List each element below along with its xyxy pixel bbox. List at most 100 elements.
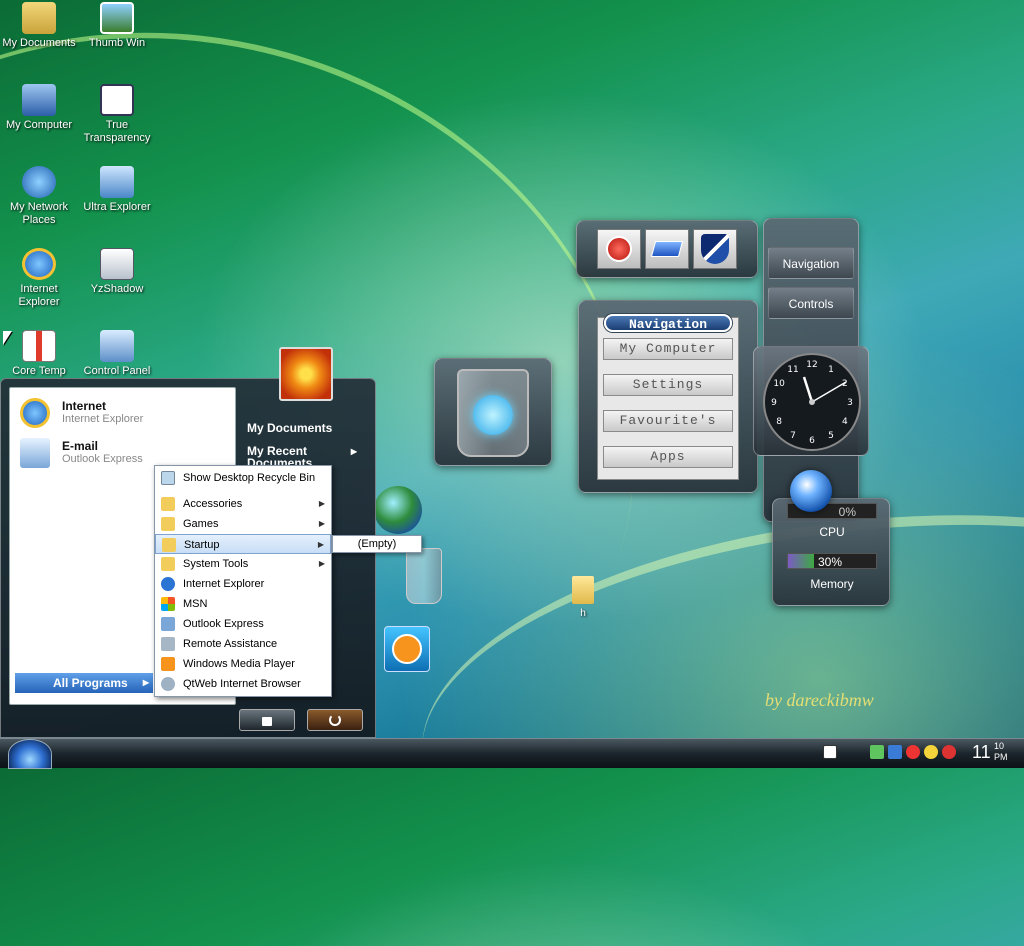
menu-remote-assistance[interactable]: Remote Assistance [155,634,331,654]
clock-number: 11 [787,365,798,375]
security-alert-icon[interactable] [906,745,920,759]
desktop-icon-thumb-win[interactable]: Thumb Win [78,2,156,50]
navigation-title: Navigation [604,314,732,332]
folder-icon [162,538,176,552]
nav-favourites-button[interactable]: Favourite's [603,410,733,432]
clock-number: 7 [790,431,796,441]
msn-butterfly-icon [161,597,175,611]
desktop-folder-h[interactable]: h [560,576,606,619]
clock-number: 1 [828,365,834,375]
menu-games[interactable]: Games ▶ [155,514,331,534]
desktop-icon-my-computer[interactable]: My Computer [0,84,78,132]
internet-explorer-icon [20,398,50,428]
shield-tray-icon[interactable] [888,745,902,759]
clock-number: 4 [842,417,848,427]
taskbar-clock[interactable]: 11 10 PM [970,741,1020,767]
desktop-icon-internet-explorer[interactable]: Internet Explorer [0,248,78,309]
lock-icon [262,717,272,726]
clock-number: 10 [773,379,785,389]
memory-label: Memory [810,577,854,591]
side-navigation-button[interactable]: Navigation [768,247,854,279]
user-picture [279,347,333,401]
trash-can-icon[interactable] [406,548,442,604]
clock-hour: 11 [972,742,991,762]
menu-startup[interactable]: Startup ▶ [155,534,331,554]
recycle-bin-widget[interactable] [434,358,552,466]
watermark-text: by dareckibmw [765,690,874,710]
internet-explorer-icon [22,248,56,280]
menu-msn[interactable]: MSN [155,594,331,614]
submenu-arrow-icon: ▶ [318,499,325,508]
desktop-icon-my-network-places[interactable]: My Network Places [0,166,78,227]
power-button[interactable] [597,229,641,269]
submenu-arrow-icon: ▶ [318,519,325,528]
clock-minutes: 10 [994,741,1005,751]
navigation-widget: Navigation My Computer Settings Favourit… [578,300,758,493]
window-button[interactable] [645,229,689,269]
memory-meter-value: 30% [818,555,843,569]
side-controls-button[interactable]: Controls [768,287,854,319]
window-icon [650,241,684,257]
cpu-meter-value: 0% [838,505,856,519]
power-controls-widget [576,220,758,278]
shutdown-icon [329,714,341,726]
clock-number: 3 [847,398,853,408]
navigation-widget-inner: Navigation My Computer Settings Favourit… [597,314,739,480]
power-button-start[interactable] [307,709,363,731]
analog-clock-widget[interactable]: 12 1 2 3 4 5 6 7 8 9 10 11 [753,346,869,456]
menu-windows-media-player[interactable]: Windows Media Player [155,654,331,674]
media-player-icon[interactable] [384,626,430,672]
network-icon[interactable] [870,745,884,759]
clock-number: 9 [771,398,777,408]
memory-meter-bar: 30% [787,553,877,569]
menu-outlook-express[interactable]: Outlook Express [155,614,331,634]
help-icon[interactable] [823,745,837,759]
clock-ampm: PM [994,752,1008,762]
internet-explorer-icon [161,577,175,591]
nav-settings-button[interactable]: Settings [603,374,733,396]
desktop-icon-yzshadow[interactable]: YzShadow [78,248,156,296]
cpu-label: CPU [819,525,845,539]
windows-logo-icon [790,470,832,512]
remote-assistance-icon [161,637,175,651]
recycle-bin-icon [161,471,175,485]
clock-number: 12 [806,360,817,370]
shield-icon [701,234,729,264]
all-programs-arrow-icon: ▶ [142,678,149,687]
start-my-documents[interactable]: My Documents [247,421,332,435]
smiley-icon[interactable] [924,745,938,759]
control-panel-icon [100,330,134,362]
memory-meter-fill [788,554,815,568]
mouse-cursor-icon [3,331,12,345]
globe-icon[interactable] [374,486,422,534]
clock-number: 6 [809,436,815,446]
desktop-icon-control-panel[interactable]: Control Panel [78,330,156,378]
menu-system-tools[interactable]: System Tools ▶ [155,554,331,574]
desktop-icon-ultra-explorer[interactable]: Ultra Explorer [78,166,156,214]
power-icon [606,236,632,262]
nav-my-computer-button[interactable]: My Computer [603,338,733,360]
start-orb-button[interactable] [8,739,52,769]
folder-icon [161,497,175,511]
menu-show-desktop-recycle-bin[interactable]: Show Desktop Recycle Bin [155,468,331,488]
qtweb-icon [161,677,175,691]
desktop-icon-my-documents[interactable]: My Documents [0,2,78,50]
lock-button[interactable] [239,709,295,731]
menu-qtweb-browser[interactable]: QtWeb Internet Browser [155,674,331,694]
play-icon [392,634,422,664]
pinned-internet[interactable]: Internet Internet Explorer [20,396,230,430]
menu-internet-explorer[interactable]: Internet Explorer [155,574,331,594]
shield-button[interactable] [693,229,737,269]
outlook-express-icon [20,438,50,468]
system-meters-widget: 0% CPU 30% Memory [772,498,890,606]
all-programs-button[interactable]: All Programs ▶ [15,673,153,693]
menu-accessories[interactable]: Accessories ▶ [155,494,331,514]
close-tray-icon[interactable] [942,745,956,759]
start-my-recent-documents[interactable]: My Recent Documents ▶ [247,445,357,467]
desktop-icon-true-transparency[interactable]: True Transparency [78,84,156,145]
folder-documents-icon [22,2,56,34]
recycle-symbol-icon [473,395,513,435]
thermometer-icon [22,330,56,362]
network-globe-icon [22,166,56,198]
nav-apps-button[interactable]: Apps [603,446,733,468]
